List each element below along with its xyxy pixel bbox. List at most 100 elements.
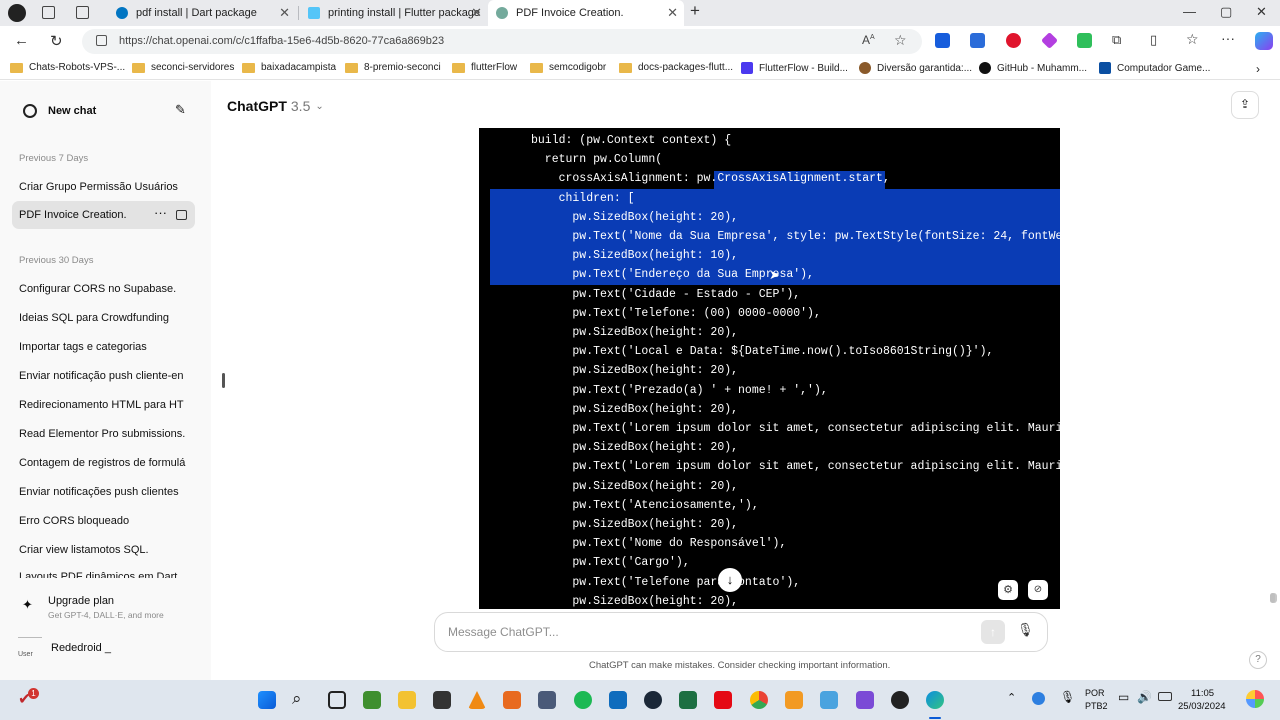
close-tab-icon[interactable]: ✕ xyxy=(667,5,678,21)
app-orange-icon[interactable] xyxy=(503,691,521,709)
start-button-icon[interactable] xyxy=(258,691,276,709)
steam-icon[interactable] xyxy=(644,691,662,709)
favorite-star-icon[interactable]: ☆ xyxy=(894,32,907,49)
settings-icon[interactable]: ⚙ xyxy=(998,580,1018,600)
share-button[interactable]: ⇪ xyxy=(1231,91,1259,119)
sublime-icon[interactable] xyxy=(785,691,803,709)
chat-item[interactable]: Configurar CORS no Supabase. xyxy=(19,283,189,295)
clock-time[interactable]: 11:05 xyxy=(1191,688,1214,699)
bookmark-folder[interactable]: baixadacampista xyxy=(242,62,336,73)
bookmark-link[interactable]: Computador Game... xyxy=(1099,62,1210,74)
notepad-icon[interactable] xyxy=(820,691,838,709)
archive-icon[interactable] xyxy=(176,210,187,220)
more-options-icon[interactable]: ··· xyxy=(154,205,167,220)
model-selector[interactable]: ChatGPT 3.5 ⌄ xyxy=(227,98,324,114)
file-explorer-icon[interactable] xyxy=(398,691,416,709)
extensions-icon[interactable]: ⧉ xyxy=(1112,32,1121,48)
tab-flutter-printing[interactable]: printing install | Flutter package ✕ xyxy=(300,0,488,26)
new-tab-icon[interactable]: + xyxy=(690,1,700,21)
site-info-icon[interactable] xyxy=(96,35,107,46)
tab-chatgpt[interactable]: PDF Invoice Creation. ✕ xyxy=(488,0,684,26)
bookmark-folder[interactable]: semcodigobr xyxy=(530,62,606,73)
bookmark-link[interactable]: FlutterFlow - Build... xyxy=(741,62,848,74)
scroll-down-button[interactable]: ↓ xyxy=(718,568,742,592)
copilot-icon[interactable] xyxy=(1255,32,1273,50)
message-input[interactable]: Message ChatGPT... xyxy=(448,625,559,639)
excel-icon[interactable] xyxy=(679,691,697,709)
volume-icon[interactable]: 🔊 xyxy=(1137,690,1152,704)
bookmark-folder[interactable]: 8-premio-seconci xyxy=(345,62,441,73)
chat-item[interactable]: Erro CORS bloqueado xyxy=(19,515,189,527)
chat-item[interactable]: Ideias SQL para Crowdfunding xyxy=(19,312,189,324)
chat-item[interactable]: Importar tags e categorias xyxy=(19,341,189,353)
vlc-icon[interactable] xyxy=(468,691,486,709)
minimize-icon[interactable]: — xyxy=(1183,4,1196,19)
address-bar[interactable]: https://chat.openai.com/c/c1ffafba-15e6-… xyxy=(82,29,922,54)
favorites-icon[interactable]: ☆ xyxy=(1186,31,1199,48)
battery-icon[interactable] xyxy=(1158,692,1172,701)
chat-item[interactable]: Redirecionamento HTML para HT xyxy=(19,399,189,411)
close-window-icon[interactable]: ✕ xyxy=(1256,4,1267,20)
chat-item-selected[interactable]: PDF Invoice Creation. ··· xyxy=(12,201,195,229)
microphone-icon[interactable]: 🎙 xyxy=(1017,622,1034,638)
bookmark-folder[interactable]: seconci-servidores xyxy=(132,62,234,73)
new-chat-button[interactable]: New chat ✎ xyxy=(12,97,195,125)
chrome-icon[interactable] xyxy=(750,691,768,709)
edge-icon[interactable] xyxy=(926,691,944,709)
chat-item[interactable]: Enviar notificações push clientes xyxy=(19,486,189,498)
spotify-icon[interactable] xyxy=(574,691,592,709)
clock-date[interactable]: 25/03/2024 xyxy=(1178,701,1226,712)
bookmarks-overflow-icon[interactable]: › xyxy=(1256,62,1260,76)
chat-item[interactable]: Read Elementor Pro submissions. xyxy=(19,428,189,440)
send-button[interactable]: ↑ xyxy=(981,620,1005,644)
user-menu[interactable]: User Rededroid _ xyxy=(12,634,195,664)
microphone-tray-icon[interactable]: 🎙 xyxy=(1060,690,1075,704)
sound-off-icon[interactable]: ⊘ xyxy=(1028,580,1048,600)
code-block[interactable]: build: (pw.Context context) { return pw.… xyxy=(479,128,1060,609)
outlook-icon[interactable] xyxy=(609,691,627,709)
bookmark-folder[interactable]: Chats-Robots-VPS-... xyxy=(10,62,125,73)
netflix-icon[interactable] xyxy=(714,691,732,709)
close-tab-icon[interactable]: ✕ xyxy=(471,5,482,21)
chat-item[interactable]: Layouts PDF dinâmicos em Dart xyxy=(19,571,189,578)
network-icon[interactable]: ▭ xyxy=(1118,690,1129,704)
edit-icon[interactable]: ✎ xyxy=(175,102,186,118)
tray-overflow-icon[interactable]: ⌃ xyxy=(1007,691,1016,704)
chat-item[interactable]: Contagem de registros de formulá xyxy=(19,457,189,469)
message-composer[interactable]: Message ChatGPT... ↑ 🎙 xyxy=(434,612,1048,652)
obs-icon[interactable] xyxy=(891,691,909,709)
keyboard-layout[interactable]: PTB2 xyxy=(1085,701,1108,711)
copilot-taskbar-icon[interactable] xyxy=(1246,690,1264,708)
bookmark-folder[interactable]: flutterFlow xyxy=(452,62,517,73)
sidebar-toggle-handle[interactable] xyxy=(222,373,225,388)
close-tab-icon[interactable]: ✕ xyxy=(279,5,290,21)
help-button[interactable]: ? xyxy=(1249,651,1267,669)
profile-avatar[interactable] xyxy=(8,4,26,22)
bookmark-link[interactable]: Diversão garantida:... xyxy=(859,62,972,74)
chat-item[interactable]: Criar view listamotos SQL. xyxy=(19,544,189,556)
language-code[interactable]: POR xyxy=(1085,688,1105,698)
task-view-icon[interactable] xyxy=(328,691,346,709)
chat-item[interactable]: Criar Grupo Permissão Usuários xyxy=(19,181,189,193)
minecraft-icon[interactable] xyxy=(363,691,381,709)
more-menu-icon[interactable]: ··· xyxy=(1221,30,1235,46)
workspaces-icon[interactable] xyxy=(42,6,55,19)
tray-app-icon[interactable] xyxy=(1032,692,1045,705)
diamond-extension-icon[interactable] xyxy=(1041,32,1058,49)
green-extension-icon[interactable] xyxy=(1077,33,1092,48)
search-icon[interactable]: ⌕ xyxy=(292,689,302,709)
tab-dart-pdf[interactable]: pdf install | Dart package ✕ xyxy=(108,0,296,26)
screenshot-extension-icon[interactable] xyxy=(970,33,985,48)
app-settings-icon[interactable] xyxy=(538,691,556,709)
maximize-icon[interactable]: ▢ xyxy=(1220,4,1232,20)
bookmark-folder[interactable]: docs-packages-flutt... xyxy=(619,62,733,73)
bitwarden-extension-icon[interactable] xyxy=(935,33,950,48)
split-screen-icon[interactable]: ▯ xyxy=(1150,32,1157,48)
opera-extension-icon[interactable] xyxy=(1006,33,1021,48)
read-aloud-icon[interactable]: AA xyxy=(862,33,875,47)
upgrade-plan-button[interactable]: ✦ Upgrade plan Get GPT-4, DALL·E, and mo… xyxy=(12,589,195,623)
tab-actions-icon[interactable] xyxy=(76,6,89,19)
visual-studio-icon[interactable] xyxy=(856,691,874,709)
back-icon[interactable]: ← xyxy=(14,32,29,49)
chat-item[interactable]: Enviar notificação push cliente-en xyxy=(19,370,189,382)
